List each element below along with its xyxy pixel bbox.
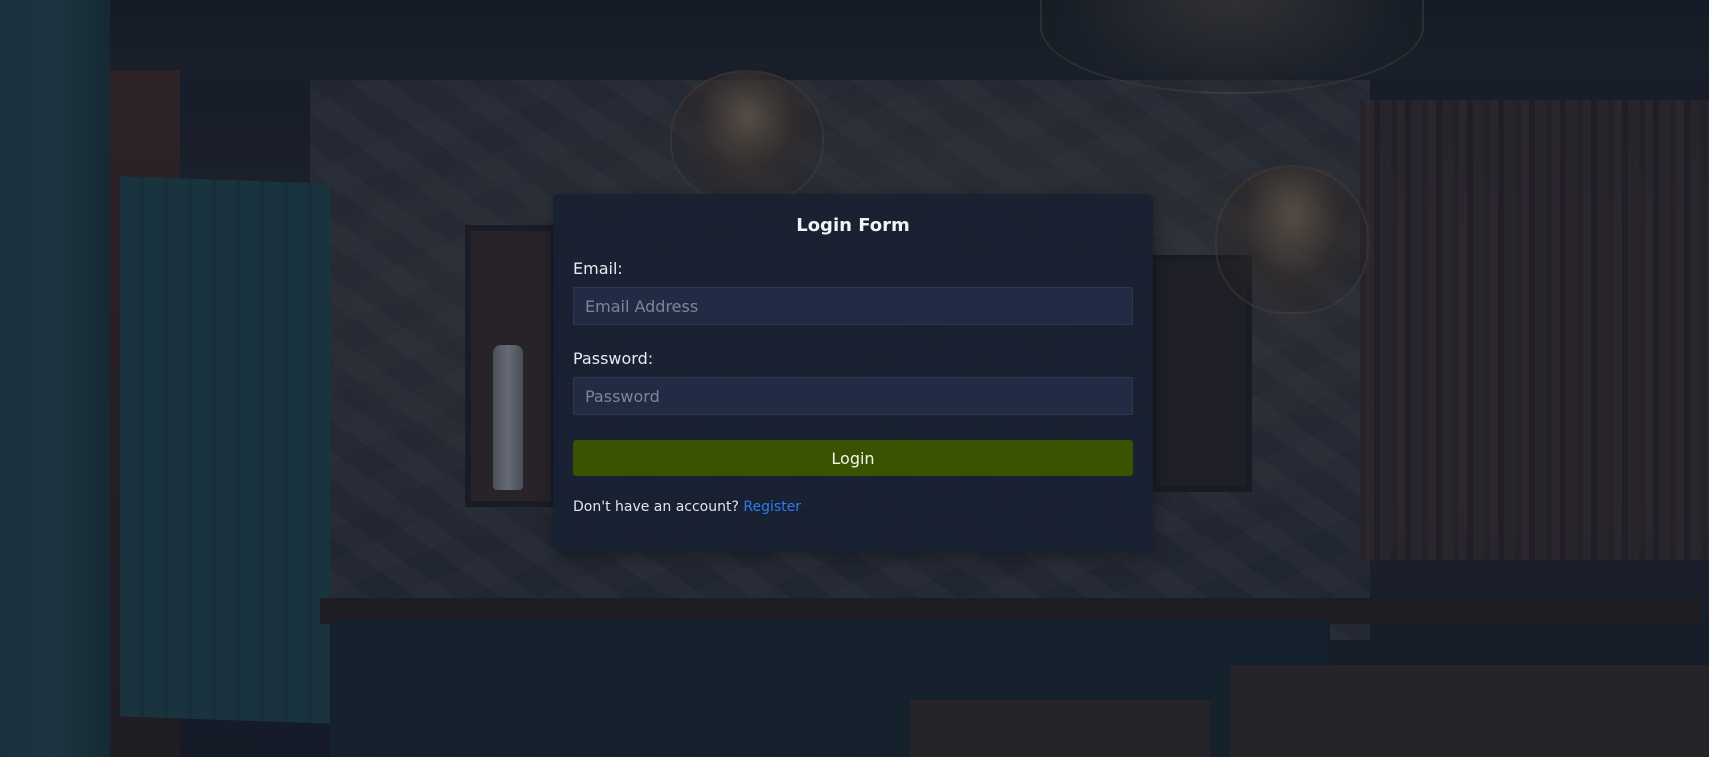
login-form: Login Form Email: Password: Login Don't … (553, 194, 1153, 551)
register-prompt-text: Don't have an account? (573, 499, 739, 515)
register-prompt-line: Don't have an account? Register (573, 498, 801, 516)
register-link[interactable]: Register (743, 499, 801, 515)
email-field[interactable] (573, 287, 1133, 325)
form-title: Login Form (796, 215, 910, 236)
login-button[interactable]: Login (573, 440, 1133, 476)
email-label: Email: (573, 259, 623, 278)
password-label: Password: (573, 349, 654, 368)
password-field[interactable] (573, 377, 1133, 415)
